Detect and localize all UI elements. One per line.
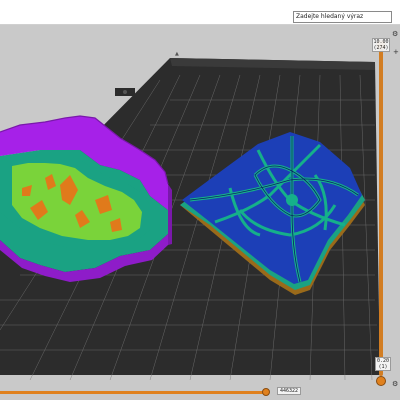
move-slider-knob[interactable] <box>262 388 270 396</box>
layer-slider-track[interactable] <box>379 46 383 376</box>
cog-icon[interactable]: ⚙ <box>392 380 398 388</box>
layer-top-label: 10.00 (274) <box>372 38 390 52</box>
move-slider-value: 446322 <box>277 387 302 395</box>
layer-bottom-index: (1) <box>378 364 388 370</box>
3d-preview-viewport[interactable]: ▲ <box>0 25 400 400</box>
layer-slider-bottom-knob[interactable] <box>376 376 386 386</box>
layer-bottom-label: 0.20 (1) <box>375 357 391 371</box>
move-slider-track[interactable] <box>0 391 268 394</box>
top-toolbar: Zadejte hledaný výraz <box>0 0 400 25</box>
layer-top-index: (274) <box>373 45 389 51</box>
search-input[interactable]: Zadejte hledaný výraz <box>293 11 392 23</box>
plus-icon[interactable]: + <box>393 48 399 56</box>
layers-icon[interactable]: ⚙ <box>392 30 398 38</box>
svg-text:▲: ▲ <box>175 51 179 57</box>
